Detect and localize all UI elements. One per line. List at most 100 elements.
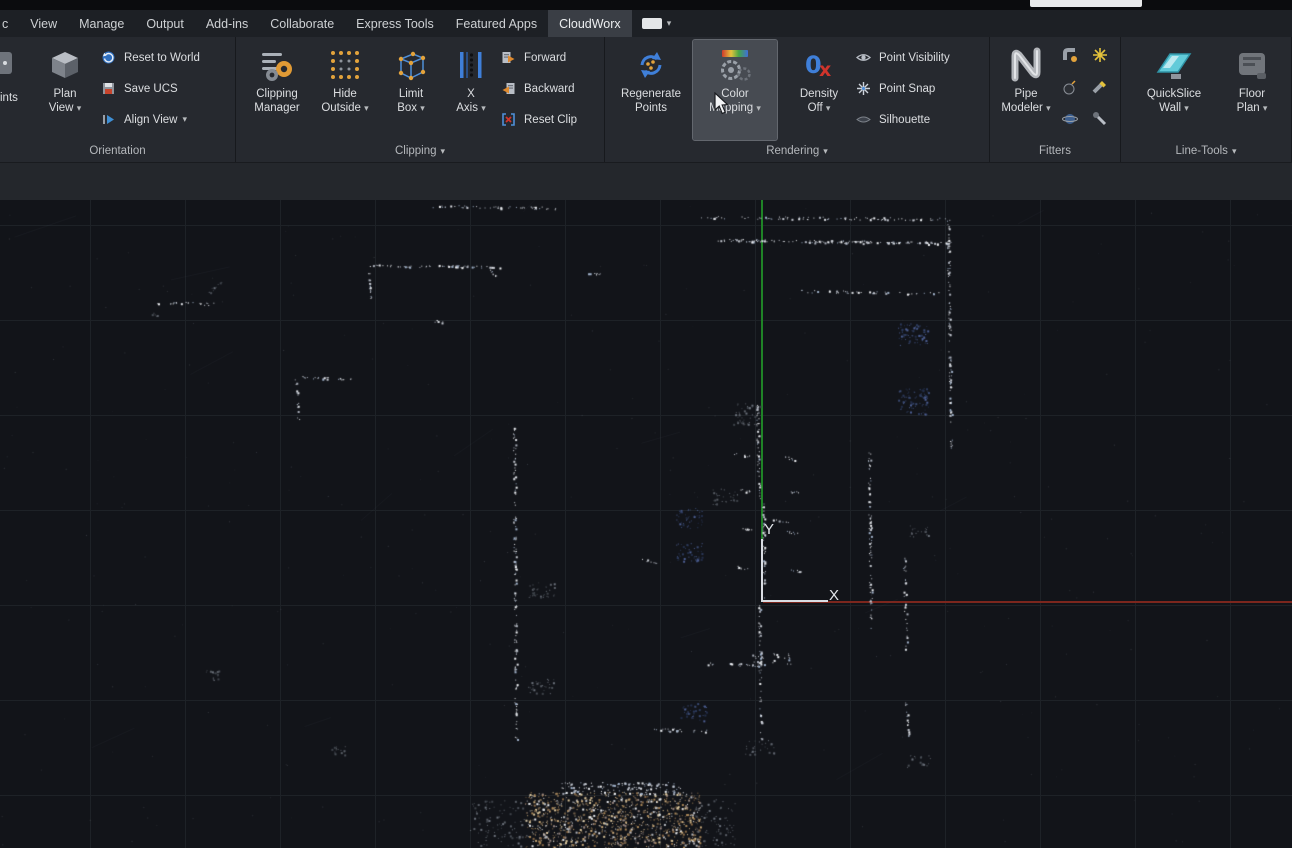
x-axis-icon	[453, 43, 489, 87]
tab-collaborate[interactable]: Collaborate	[259, 10, 345, 37]
x-axis-button[interactable]: X Axis ▾	[446, 40, 496, 140]
panel-rendering: Regenerate Points Color Mapping ▾ 0x Den…	[605, 37, 990, 162]
backward-button[interactable]: Backward	[500, 73, 600, 104]
point-snap-button[interactable]: Point Snap	[855, 73, 985, 104]
ucs-y-label: Y	[764, 521, 774, 538]
ribbon-minimize-icon	[642, 18, 662, 29]
dropdown-arrow-icon: ▾	[1263, 103, 1268, 113]
reset-clip-icon	[500, 112, 517, 127]
dropdown-arrow-icon: ▾	[364, 103, 369, 113]
regenerate-points-button[interactable]: Regenerate Points	[613, 40, 689, 140]
limit-box-button[interactable]: Limit Box ▾	[382, 40, 440, 140]
tab-add-ins[interactable]: Add-ins	[195, 10, 259, 37]
save-ucs-icon	[100, 81, 117, 96]
marker-icon	[1092, 111, 1108, 127]
fitter-tool-6-button[interactable]	[1088, 107, 1112, 131]
dropdown-arrow-icon: ▾	[1184, 103, 1189, 113]
reset-to-world-icon	[100, 50, 117, 65]
pipe-elbow-icon	[1062, 47, 1078, 63]
reset-clip-button[interactable]: Reset Clip	[500, 104, 600, 135]
panel-label-line-tools[interactable]: Line-Tools▾	[1121, 141, 1291, 162]
clipping-button-stack: Forward Backward Reset Clip	[500, 42, 600, 135]
title-bar-strip	[0, 0, 1292, 10]
chevron-down-icon: ▾	[667, 18, 672, 29]
backward-icon	[500, 81, 517, 96]
fitter-tool-3-button[interactable]	[1058, 75, 1082, 99]
pencil-icon	[1092, 79, 1108, 95]
reset-to-world-button[interactable]: Reset to World	[100, 42, 232, 73]
floor-plan-icon	[1233, 43, 1271, 87]
panel-label-fitters[interactable]: Fitters	[990, 141, 1120, 162]
dropdown-arrow-icon: ▾	[756, 103, 761, 113]
clipping-manager-button[interactable]: Clipping Manager	[242, 40, 312, 140]
pipe-modeler-button[interactable]: Pipe Modeler ▾	[996, 40, 1056, 140]
partial-button-points[interactable]: ints	[0, 40, 34, 140]
dropdown-arrow-icon: ▾	[1046, 103, 1051, 113]
dropdown-arrow-icon: ▾	[420, 103, 425, 113]
save-ucs-button[interactable]: Save UCS	[100, 73, 232, 104]
fitter-tool-2-button[interactable]	[1088, 43, 1112, 67]
silhouette-button[interactable]: Silhouette	[855, 104, 985, 135]
forward-button[interactable]: Forward	[500, 42, 600, 73]
tab-output[interactable]: Output	[135, 10, 195, 37]
silhouette-eye-icon	[855, 112, 872, 127]
tab-express-tools[interactable]: Express Tools	[345, 10, 445, 37]
density-off-button[interactable]: 0x Density Off ▾	[787, 40, 851, 140]
floor-plan-button[interactable]: Floor Plan ▾	[1221, 40, 1283, 140]
fitter-tool-4-button[interactable]	[1088, 75, 1112, 99]
panel-expand-icon: ▾	[1232, 146, 1237, 156]
point-visibility-eye-icon	[855, 50, 872, 65]
align-view-button[interactable]: Align View ▾	[100, 104, 232, 135]
tab-featured-apps[interactable]: Featured Apps	[445, 10, 548, 37]
quick-access-search-box[interactable]	[1030, 0, 1142, 7]
density-off-icon: 0x	[801, 43, 837, 87]
color-mapping-icon	[717, 43, 753, 87]
color-mapping-button[interactable]: Color Mapping ▾	[693, 40, 777, 140]
clipping-manager-icon	[259, 43, 295, 87]
tab-parametric-partial[interactable]: c	[0, 10, 19, 37]
burst-icon	[1092, 47, 1108, 63]
ribbon-tab-bar: c View Manage Output Add-ins Collaborate…	[0, 10, 1292, 37]
dropdown-arrow-icon: ▾	[183, 114, 188, 125]
rendering-button-stack: Point Visibility Point Snap Silhouette	[855, 42, 985, 135]
point-visibility-button[interactable]: Point Visibility	[855, 42, 985, 73]
panel-label-clipping[interactable]: Clipping▾	[236, 141, 604, 162]
quickslice-wall-button[interactable]: QuickSlice Wall ▾	[1139, 40, 1209, 140]
plan-view-button[interactable]: Plan View ▾	[36, 40, 94, 140]
svg-text:x: x	[819, 59, 831, 81]
quickslice-wall-icon	[1155, 43, 1193, 87]
panel-label-rendering[interactable]: Rendering▾	[605, 141, 989, 162]
fitter-tool-1-button[interactable]	[1058, 43, 1082, 67]
panel-clipping: Clipping Manager Hide Outside ▾ Limit Bo…	[236, 37, 605, 162]
ucs-marker-horizontal	[761, 600, 828, 602]
panel-orientation: ints Plan View ▾ Reset to World Save UCS	[0, 37, 236, 162]
panel-expand-icon: ▾	[441, 146, 446, 156]
point-snap-icon	[855, 81, 872, 96]
align-view-icon	[100, 112, 117, 127]
sphere-icon	[1062, 111, 1078, 127]
pipe-modeler-icon	[1007, 43, 1045, 87]
dropdown-arrow-icon: ▾	[77, 103, 82, 113]
panel-line-tools: QuickSlice Wall ▾ Floor Plan ▾ Line-Tool…	[1121, 37, 1292, 162]
dropdown-arrow-icon: ▾	[481, 103, 486, 113]
dropdown-arrow-icon: ▾	[826, 103, 831, 113]
tab-manage[interactable]: Manage	[68, 10, 135, 37]
regenerate-points-icon	[633, 43, 669, 87]
point-cloud-canvas[interactable]	[0, 200, 1292, 848]
bomb-icon	[1062, 79, 1078, 95]
ucs-x-label: X	[829, 587, 839, 604]
hide-outside-button[interactable]: Hide Outside ▾	[314, 40, 376, 140]
tab-cloudworx[interactable]: CloudWorx	[548, 10, 632, 37]
ribbon-display-toggle[interactable]: ▾	[632, 10, 682, 37]
tab-view[interactable]: View	[19, 10, 68, 37]
ucs-marker-vertical	[761, 539, 763, 602]
points-icon	[0, 46, 18, 85]
cloudworx-ribbon: ints Plan View ▾ Reset to World Save UCS	[0, 37, 1292, 162]
limit-box-icon	[393, 43, 429, 87]
panel-expand-icon: ▾	[823, 146, 828, 156]
panel-fitters: Pipe Modeler ▾ Fitters	[990, 37, 1121, 162]
orientation-button-stack: Reset to World Save UCS Align View ▾	[100, 42, 232, 135]
fitter-tool-5-button[interactable]	[1058, 107, 1082, 131]
panel-label-orientation[interactable]: Orientation	[0, 141, 235, 162]
drawing-viewport[interactable]: Y X	[0, 200, 1292, 848]
